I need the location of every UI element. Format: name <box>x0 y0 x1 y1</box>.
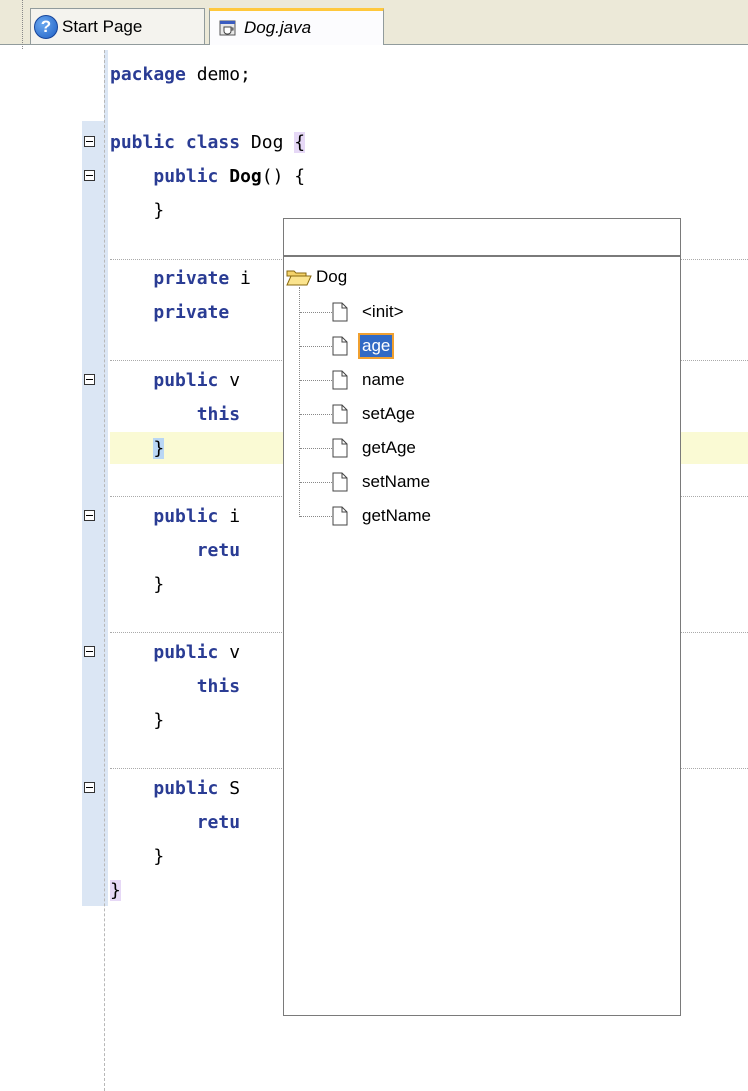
popup-search-input[interactable] <box>284 219 680 257</box>
code-line[interactable]: public S <box>110 774 240 804</box>
tree-node-getage[interactable]: getAge <box>332 433 418 463</box>
tree-connector <box>300 448 332 449</box>
tree-connector <box>300 346 332 347</box>
member-page-icon <box>332 472 348 492</box>
tree-connector <box>300 312 332 313</box>
tree-node-getname[interactable]: getName <box>332 501 433 531</box>
member-page-icon <box>332 336 348 356</box>
gutter-divider <box>104 50 106 1091</box>
code-line[interactable]: public class Dog { <box>110 128 306 158</box>
code-line[interactable]: } <box>110 570 164 600</box>
member-page-icon <box>332 302 348 322</box>
tree-root-node[interactable]: Dog <box>286 263 347 291</box>
tree-root-label: Dog <box>316 267 348 286</box>
tab-dog-java[interactable]: Dog.java <box>209 8 384 45</box>
code-line[interactable]: } <box>110 842 164 872</box>
code-line[interactable]: package demo; <box>110 60 251 90</box>
code-line[interactable]: this <box>110 400 240 430</box>
fold-toggle[interactable] <box>84 374 95 385</box>
tab-bar: ? Start Page Dog.java <box>0 0 748 45</box>
member-page-icon <box>332 506 348 526</box>
code-line[interactable]: } <box>110 706 164 736</box>
code-line[interactable]: private <box>110 298 229 328</box>
tree-connector <box>300 414 332 415</box>
open-folder-icon <box>286 268 312 286</box>
tree-node-name[interactable]: name <box>332 365 407 395</box>
tree-node-init[interactable]: <init> <box>332 297 406 327</box>
code-line[interactable]: public Dog() { <box>110 162 305 192</box>
tab-label: Start Page <box>62 16 143 36</box>
fold-toggle[interactable] <box>84 136 95 147</box>
code-line[interactable]: } <box>110 876 121 906</box>
fold-toggle[interactable] <box>84 170 95 181</box>
code-line[interactable]: retu <box>110 536 240 566</box>
code-line[interactable]: retu <box>110 808 240 838</box>
tree-node-age[interactable]: age <box>332 331 395 361</box>
member-page-icon <box>332 404 348 424</box>
tree-connector <box>300 516 332 517</box>
tab-start-page[interactable]: ? Start Page <box>30 8 205 44</box>
member-page-icon <box>332 370 348 390</box>
fold-toggle[interactable] <box>84 782 95 793</box>
code-line[interactable]: } <box>110 434 165 464</box>
tab-label: Dog.java <box>244 18 312 37</box>
tree-node-setname[interactable]: setName <box>332 467 432 497</box>
code-line[interactable]: this <box>110 672 240 702</box>
code-line[interactable]: public v <box>110 366 240 396</box>
member-page-icon <box>332 438 348 458</box>
java-file-icon <box>218 18 238 38</box>
code-line[interactable]: public v <box>110 638 240 668</box>
help-icon: ? <box>34 14 58 39</box>
fold-toggle[interactable] <box>84 510 95 521</box>
code-line[interactable]: private i <box>110 264 251 294</box>
tree-node-setage[interactable]: setAge <box>332 399 417 429</box>
code-line[interactable]: } <box>110 196 164 226</box>
structure-popup[interactable]: Dog <init> age name setAge getAge setNam… <box>283 218 681 1016</box>
tree-connector <box>300 380 332 381</box>
code-line[interactable]: public i <box>110 502 240 532</box>
fold-toggle[interactable] <box>84 646 95 657</box>
tree-connector <box>300 482 332 483</box>
